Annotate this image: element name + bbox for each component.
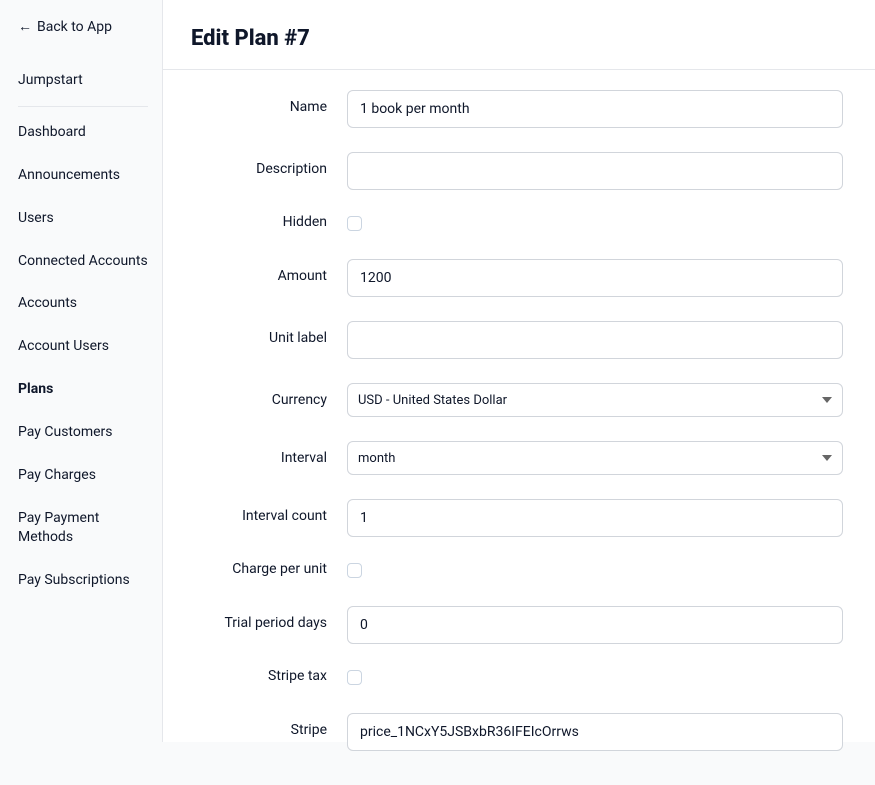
form-row-charge-per-unit-checkbox: Charge per unit <box>191 561 843 582</box>
currency-select-wrap: USD - United States Dollar <box>347 383 843 417</box>
form-row-description-field: Description <box>191 152 843 190</box>
sidebar-item-pay-payment-methods[interactable]: Pay Payment Methods <box>18 497 148 559</box>
form-row-amount-field: Amount <box>191 259 843 297</box>
charge-per-unit-checkbox-label: Charge per unit <box>191 561 347 577</box>
hidden-checkbox-wrap <box>347 214 843 235</box>
charge-per-unit-checkbox[interactable] <box>347 563 362 578</box>
form-row-stripe-tax-checkbox: Stripe tax <box>191 668 843 689</box>
stripe-tax-checkbox-wrap <box>347 668 843 689</box>
currency-select-label: Currency <box>191 383 347 408</box>
description-field-label: Description <box>191 152 347 177</box>
interval-count-field-wrap <box>347 499 843 537</box>
form-row-unit-label-field: Unit label <box>191 321 843 359</box>
stripe-field[interactable] <box>347 713 843 751</box>
amount-field[interactable] <box>347 259 843 297</box>
trial-period-days-field-wrap <box>347 606 843 644</box>
amount-field-label: Amount <box>191 259 347 284</box>
amount-field-wrap <box>347 259 843 297</box>
sidebar: ← Back to App Jumpstart DashboardAnnounce… <box>0 0 162 742</box>
back-label: Back to App <box>37 19 112 35</box>
sidebar-item-jumpstart[interactable]: Jumpstart <box>18 59 148 102</box>
main-content: Edit Plan #7 Name Description Hidden Amount… <box>162 0 875 742</box>
form-row-hidden-checkbox: Hidden <box>191 214 843 235</box>
interval-select[interactable]: month <box>347 441 843 475</box>
sidebar-item-pay-customers[interactable]: Pay Customers <box>18 411 148 454</box>
sidebar-divider <box>18 106 148 107</box>
hidden-checkbox-label: Hidden <box>191 214 347 230</box>
interval-count-field-label: Interval count <box>191 499 347 524</box>
sidebar-item-account-users[interactable]: Account Users <box>18 325 148 368</box>
form-row-interval-count-field: Interval count <box>191 499 843 537</box>
sidebar-item-users[interactable]: Users <box>18 197 148 240</box>
interval-select-wrap: month <box>347 441 843 475</box>
form-row-currency-select: CurrencyUSD - United States Dollar <box>191 383 843 417</box>
description-field-wrap <box>347 152 843 190</box>
unit-label-field-wrap <box>347 321 843 359</box>
description-field[interactable] <box>347 152 843 190</box>
arrow-left-icon: ← <box>18 18 32 35</box>
page-title: Edit Plan #7 <box>191 26 847 51</box>
name-field-label: Name <box>191 90 347 115</box>
interval-select-label: Interval <box>191 441 347 466</box>
trial-period-days-field[interactable] <box>347 606 843 644</box>
stripe-tax-checkbox-label: Stripe tax <box>191 668 347 684</box>
stripe-field-wrap <box>347 713 843 751</box>
name-field[interactable] <box>347 90 843 128</box>
hidden-checkbox[interactable] <box>347 216 362 231</box>
main-header: Edit Plan #7 <box>163 0 875 70</box>
name-field-wrap <box>347 90 843 128</box>
sidebar-item-announcements[interactable]: Announcements <box>18 154 148 197</box>
sidebar-item-pay-charges[interactable]: Pay Charges <box>18 454 148 497</box>
form-row-interval-select: Intervalmonth <box>191 441 843 475</box>
sidebar-item-pay-subscriptions[interactable]: Pay Subscriptions <box>18 559 148 602</box>
stripe-tax-checkbox[interactable] <box>347 670 362 685</box>
sidebar-nav: Jumpstart DashboardAnnouncementsUsersConn… <box>18 59 148 602</box>
sidebar-item-accounts[interactable]: Accounts <box>18 282 148 325</box>
form-row-name-field: Name <box>191 90 843 128</box>
sidebar-item-plans[interactable]: Plans <box>18 368 148 411</box>
interval-count-field[interactable] <box>347 499 843 537</box>
charge-per-unit-checkbox-wrap <box>347 561 843 582</box>
unit-label-field[interactable] <box>347 321 843 359</box>
sidebar-item-connected-accounts[interactable]: Connected Accounts <box>18 240 148 283</box>
form-area: Name Description Hidden Amount Unit label Cur… <box>163 70 875 785</box>
form-row-stripe-field: Stripe <box>191 713 843 751</box>
form-row-trial-period-days-field: Trial period days <box>191 606 843 644</box>
trial-period-days-field-label: Trial period days <box>191 606 347 631</box>
unit-label-field-label: Unit label <box>191 321 347 346</box>
currency-select[interactable]: USD - United States Dollar <box>347 383 843 417</box>
stripe-field-label: Stripe <box>191 713 347 738</box>
sidebar-item-dashboard[interactable]: Dashboard <box>18 111 148 154</box>
back-to-app-link[interactable]: ← Back to App <box>18 18 148 35</box>
